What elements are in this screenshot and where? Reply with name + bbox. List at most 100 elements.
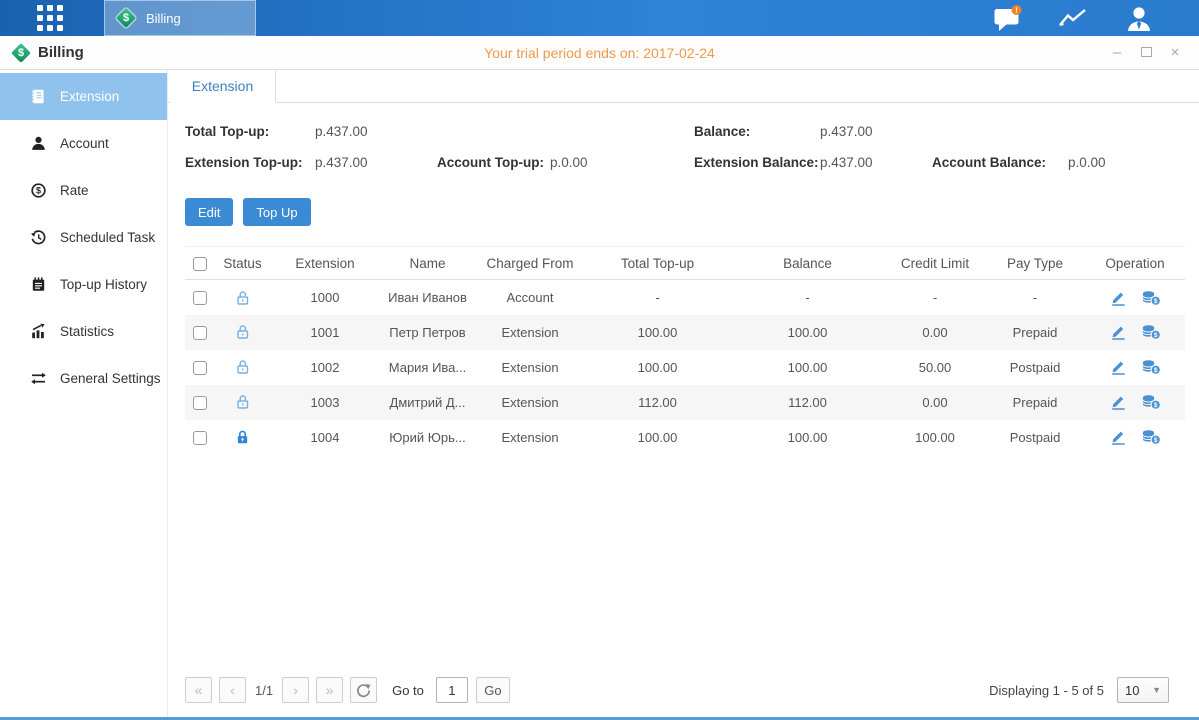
minimize-button[interactable]: – (1109, 45, 1125, 60)
page-size-value: 10 (1125, 683, 1139, 698)
svg-text:$: $ (1153, 332, 1157, 339)
sidebar-item-label: Rate (60, 183, 89, 198)
total-topup-cell: - (585, 280, 730, 315)
topup-coins-icon[interactable]: $ (1141, 290, 1161, 306)
last-page-button[interactable]: » (316, 677, 343, 703)
sidebar-item-extension[interactable]: Extension (0, 73, 167, 120)
table-row: 1002Мария Ива...Extension100.00100.0050.… (185, 350, 1185, 385)
column-select-all (185, 247, 215, 280)
table-row: 1003Дмитрий Д...Extension112.00112.000.0… (185, 385, 1185, 420)
next-page-button[interactable]: › (282, 677, 309, 703)
refresh-button[interactable] (350, 677, 377, 703)
trial-notice: Your trial period ends on: 2017-02-24 (0, 45, 1199, 61)
total-topup-cell: 100.00 (585, 315, 730, 350)
top-up-button[interactable]: Top Up (243, 198, 310, 226)
first-page-button[interactable]: « (185, 677, 212, 703)
lock-open-icon (235, 324, 250, 340)
row-checkbox[interactable] (193, 396, 207, 410)
column-total-top-up: Total Top-up (585, 247, 730, 280)
sidebar-item-label: Statistics (60, 324, 114, 339)
credit-limit-cell: 0.00 (885, 385, 985, 420)
pay-type-cell: Postpaid (985, 350, 1085, 385)
charged-from-cell: Extension (475, 315, 585, 350)
row-checkbox[interactable] (193, 431, 207, 445)
prev-page-button[interactable]: ‹ (219, 677, 246, 703)
billing-diamond-icon: $ (115, 7, 137, 29)
tab-extension[interactable]: Extension (170, 70, 276, 103)
sidebar-item-label: General Settings (60, 371, 161, 386)
column-status: Status (215, 247, 270, 280)
edit-pencil-icon[interactable] (1110, 324, 1127, 340)
chevron-down-icon: ▼ (1152, 685, 1161, 695)
select-all-checkbox[interactable] (193, 257, 207, 271)
user-account-icon[interactable] (1125, 5, 1153, 32)
edit-pencil-icon[interactable] (1110, 290, 1127, 306)
extension-balance-value: p.437.00 (820, 155, 932, 170)
name-cell: Петр Петров (380, 315, 475, 350)
sidebar-item-label: Extension (60, 89, 119, 104)
window-title: Billing (38, 44, 84, 61)
apps-grid-icon[interactable] (37, 5, 63, 31)
extension-topup-value: p.437.00 (315, 155, 437, 170)
sidebar-item-account[interactable]: Account (0, 120, 167, 167)
extension-cell: 1003 (270, 385, 380, 420)
sidebar-item-label: Account (60, 136, 109, 151)
account-topup-value: p.0.00 (550, 155, 694, 170)
charged-from-cell: Account (475, 280, 585, 315)
pay-type-cell: - (985, 280, 1085, 315)
table-row: 1000Иван ИвановAccount---- $ (185, 280, 1185, 315)
column-balance: Balance (730, 247, 885, 280)
edit-button[interactable]: Edit (185, 198, 233, 226)
column-credit-limit: Credit Limit (885, 247, 985, 280)
table-row: 1004Юрий Юрь...Extension100.00100.00100.… (185, 420, 1185, 455)
sidebar-item-scheduled-task[interactable]: Scheduled Task (0, 214, 167, 261)
sidebar-item-label: Top-up History (60, 277, 147, 292)
svg-text:$: $ (36, 186, 41, 196)
goto-label: Go to (392, 683, 424, 698)
edit-pencil-icon[interactable] (1110, 359, 1127, 375)
taskbar-billing-tab[interactable]: $ Billing (104, 0, 256, 36)
row-checkbox[interactable] (193, 291, 207, 305)
taskbar-tab-label: Billing (146, 11, 181, 26)
sliders-icon (30, 370, 47, 387)
go-button[interactable]: Go (476, 677, 510, 703)
balance-label: Balance: (694, 124, 820, 139)
resource-monitor-icon[interactable] (1057, 6, 1091, 30)
sidebar-item-label: Scheduled Task (60, 230, 155, 245)
page-size-select[interactable]: 10 ▼ (1117, 677, 1169, 703)
credit-limit-cell: 50.00 (885, 350, 985, 385)
credit-limit-cell: - (885, 280, 985, 315)
account-balance-value: p.0.00 (1068, 155, 1185, 170)
total-topup-value: p.437.00 (315, 124, 437, 139)
close-button[interactable]: × (1167, 45, 1183, 60)
edit-pencil-icon[interactable] (1110, 394, 1127, 410)
edit-pencil-icon[interactable] (1110, 429, 1127, 445)
row-checkbox[interactable] (193, 361, 207, 375)
topup-coins-icon[interactable]: $ (1141, 394, 1161, 410)
sidebar-item-rate[interactable]: $ Rate (0, 167, 167, 214)
extension-cell: 1001 (270, 315, 380, 350)
row-checkbox[interactable] (193, 326, 207, 340)
topup-coins-icon[interactable]: $ (1141, 359, 1161, 375)
topup-coins-icon[interactable]: $ (1141, 324, 1161, 340)
extension-balance-label: Extension Balance: (694, 155, 820, 170)
svg-text:$: $ (1153, 367, 1157, 374)
topup-coins-icon[interactable]: $ (1141, 429, 1161, 445)
name-cell: Мария Ива... (380, 350, 475, 385)
action-buttons: Edit Top Up (185, 198, 1185, 226)
main-content: Extension Total Top-up: p.437.00 Extensi… (168, 70, 1199, 717)
account-topup-label: Account Top-up: (437, 155, 550, 170)
goto-page-input[interactable] (436, 677, 468, 703)
table-body: 1000Иван ИвановAccount---- $ 1001Петр Пе… (185, 280, 1185, 455)
notifications-icon[interactable]: ! (993, 5, 1023, 32)
sidebar-item-general-settings[interactable]: General Settings (0, 355, 167, 402)
column-name: Name (380, 247, 475, 280)
extensions-table: StatusExtensionNameCharged FromTotal Top… (185, 246, 1185, 455)
maximize-button[interactable] (1138, 45, 1154, 60)
bar-chart-icon (30, 323, 47, 340)
extension-cell: 1000 (270, 280, 380, 315)
lock-closed-icon (235, 429, 250, 445)
sidebar-item-top-up-history[interactable]: Top-up History (0, 261, 167, 308)
sidebar-item-statistics[interactable]: Statistics (0, 308, 167, 355)
svg-text:$: $ (1153, 402, 1157, 409)
